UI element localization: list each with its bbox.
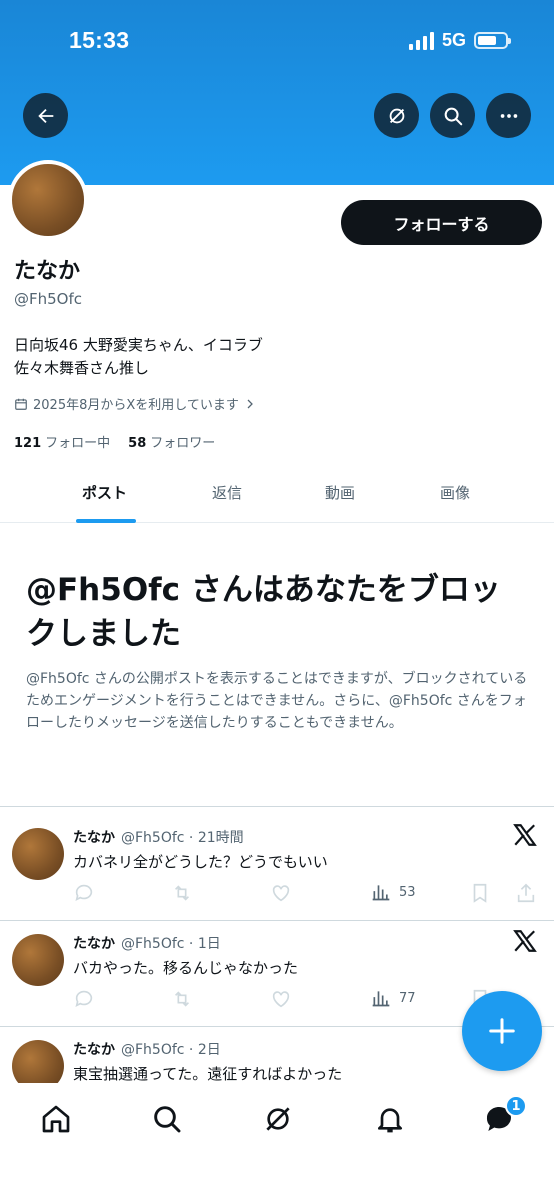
like-icon[interactable] xyxy=(270,882,292,904)
network-label: 5G xyxy=(441,30,466,50)
bio-line: 日向坂46 大野愛実ちゃん、イコラブ xyxy=(14,336,263,354)
views-value: 77 xyxy=(399,990,416,1006)
more-button[interactable] xyxy=(486,93,531,138)
search-icon xyxy=(444,107,462,125)
profile-handle: @Fh5Ofc xyxy=(14,290,83,308)
grok-icon xyxy=(389,108,404,123)
analytics-icon xyxy=(372,991,390,1007)
reply-icon[interactable] xyxy=(73,882,95,904)
battery-icon xyxy=(474,32,511,49)
following-label: フォロー中 xyxy=(45,436,111,451)
active-tab-indicator xyxy=(76,519,136,523)
post-meta: たなか @Fh5Ofc · 1日 xyxy=(73,933,221,953)
blocked-title: @Fh5Ofc さんはあなたをブロックしました xyxy=(26,572,501,652)
views-count[interactable]: 77 xyxy=(371,988,416,1008)
search-icon[interactable] xyxy=(151,1103,183,1135)
back-button[interactable] xyxy=(23,93,68,138)
more-icon xyxy=(500,113,517,118)
post-author-name: たなか xyxy=(73,1042,115,1058)
repost-icon[interactable] xyxy=(171,988,193,1010)
views-count[interactable]: 53 xyxy=(371,882,416,902)
followers-label: フォロワー xyxy=(150,436,216,451)
post-meta: たなか @Fh5Ofc · 21時間 xyxy=(73,827,244,847)
joined-label: 2025年8月からXを利用しています xyxy=(33,398,239,413)
grok-icon[interactable] xyxy=(262,1103,294,1135)
post-meta: たなか @Fh5Ofc · 2日 xyxy=(73,1039,221,1059)
post-text: バカやった。移るんじゃなかった xyxy=(73,959,299,977)
like-icon[interactable] xyxy=(270,988,292,1010)
bio-line: 佐々木舞香さん推し xyxy=(14,359,150,377)
follow-counts: 121 フォロー中 58 フォロワー xyxy=(14,432,215,451)
post-avatar[interactable] xyxy=(12,828,64,880)
chevron-right-icon xyxy=(247,399,253,408)
post-text: 東宝抽選通ってた。遠征すればよかった xyxy=(73,1065,343,1083)
analytics-icon xyxy=(372,885,390,901)
post-handle-time: @Fh5Ofc · 2日 xyxy=(121,1042,221,1058)
notifications-icon[interactable] xyxy=(374,1103,406,1135)
post-handle-time: @Fh5Ofc · 21時間 xyxy=(121,830,244,846)
follow-button[interactable]: フォローする xyxy=(341,200,542,245)
tab-images[interactable]: 画像 xyxy=(440,482,470,503)
compose-button[interactable] xyxy=(462,991,542,1071)
bookmark-icon[interactable] xyxy=(469,882,491,904)
section-divider xyxy=(0,806,554,807)
blocked-description: @Fh5Ofc さんの公開ポストを表示することはできますが、ブロックされているた… xyxy=(26,671,528,731)
post-author-name: たなか xyxy=(73,830,115,846)
messages-badge: 1 xyxy=(505,1095,527,1117)
x-logo-icon xyxy=(513,824,537,846)
post-handle-time: @Fh5Ofc · 1日 xyxy=(121,936,221,952)
search-button[interactable] xyxy=(430,93,475,138)
grok-button[interactable] xyxy=(374,93,419,138)
followers-count: 58 xyxy=(128,436,147,451)
following-link[interactable]: 121 フォロー中 xyxy=(14,432,110,451)
home-icon[interactable] xyxy=(40,1103,72,1135)
post-avatar[interactable] xyxy=(12,934,64,986)
post-text: カバネリ全がどうした？どうでもいい xyxy=(73,853,328,871)
share-icon[interactable] xyxy=(515,882,537,904)
status-indicators: 5G xyxy=(408,30,511,51)
bottom-nav: 1 xyxy=(0,1083,554,1200)
profile-avatar[interactable] xyxy=(8,160,88,240)
back-arrow-icon xyxy=(37,108,53,123)
reply-icon[interactable] xyxy=(73,988,95,1010)
tab-posts[interactable]: ポスト xyxy=(82,482,127,503)
profile-bio: 日向坂46 大野愛実ちゃん、イコラブ 佐々木舞香さん推し xyxy=(14,334,534,380)
tab-videos[interactable]: 動画 xyxy=(325,482,355,503)
plus-icon xyxy=(489,1018,515,1044)
post-author-name: たなか xyxy=(73,936,115,952)
post-item[interactable]: たなか @Fh5Ofc · 21時間 カバネリ全がどうした？どうでもいい 53 xyxy=(0,808,554,914)
tab-replies[interactable]: 返信 xyxy=(212,482,242,503)
joined-date[interactable]: 2025年8月からXを利用しています xyxy=(14,394,256,413)
profile-name: たなか xyxy=(14,259,81,284)
following-count: 121 xyxy=(14,436,42,451)
x-logo-icon xyxy=(513,930,537,952)
post-actions: 53 xyxy=(73,882,543,906)
status-time: 15:33 xyxy=(69,27,130,53)
profile-tabs: ポスト 返信 動画 画像 xyxy=(0,465,554,523)
followers-link[interactable]: 58 フォロワー xyxy=(128,432,215,451)
repost-icon[interactable] xyxy=(171,882,193,904)
signal-icon xyxy=(408,31,434,50)
calendar-icon xyxy=(15,398,27,410)
views-value: 53 xyxy=(399,884,416,900)
